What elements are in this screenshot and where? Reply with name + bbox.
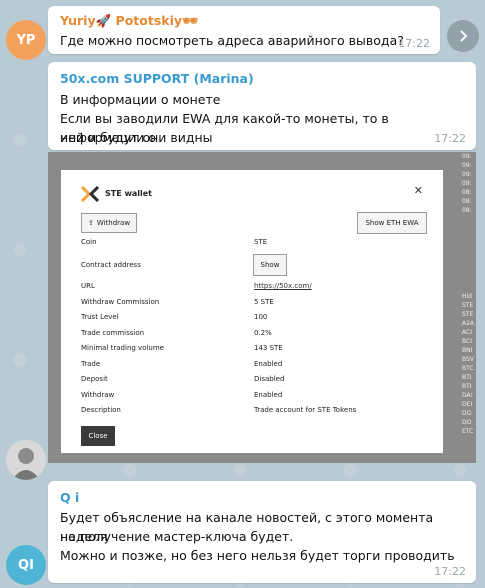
info-key: Withdraw: [81, 391, 115, 399]
avatar[interactable]: [6, 440, 46, 480]
info-value: Disabled: [254, 375, 285, 383]
message-text: В информации о монете: [60, 92, 221, 107]
scroll-down-button[interactable]: [447, 20, 479, 52]
info-row: Minimal trading volume 143 STE: [81, 344, 423, 358]
message-time: 17:22: [434, 132, 466, 145]
info-row: URL https://50x.com/: [81, 282, 423, 296]
message-bubble: Q i Будет объясление на канале новостей,…: [48, 481, 476, 583]
avatar-initials: YP: [16, 32, 36, 48]
upload-icon: ⇪: [87, 219, 94, 227]
info-row: Trade Enabled: [81, 360, 423, 374]
message-text: Где можно посмотреть адреса аварийного в…: [60, 33, 404, 48]
info-value: Trade account for STE Tokens: [254, 406, 357, 414]
message-text: ней и будут они видны: [60, 130, 213, 145]
modal-title: STE wallet: [105, 189, 152, 198]
sender-name[interactable]: Yuriy🚀 Pototskiy🕶: [60, 13, 198, 29]
info-row: Coin STE: [81, 238, 423, 252]
message-text: Можно и позже, но без него нельзя будет …: [60, 548, 455, 563]
info-row: Trust Level 100: [81, 313, 423, 327]
info-key: Trade: [81, 360, 101, 368]
info-key: Coin: [81, 238, 97, 246]
background-strip: 09: 09: 09: 09: 08: 08: 08:: [462, 153, 472, 214]
info-value: Enabled: [254, 391, 283, 399]
info-value: 5 STE: [254, 298, 274, 306]
user-photo-icon: [6, 440, 46, 480]
message-bubble: 50x.com SUPPORT (Marina) В информации о …: [48, 62, 476, 150]
info-row: Trade commission 0.2%: [81, 329, 423, 343]
close-icon[interactable]: ✕: [414, 184, 423, 197]
info-key: Trust Level: [81, 313, 119, 321]
info-value: STE: [254, 238, 268, 246]
message-time: 17:22: [398, 37, 430, 50]
avatar[interactable]: QI: [6, 545, 46, 585]
message-bubble: Yuriy🚀 Pototskiy🕶 Где можно посмотреть а…: [48, 6, 440, 54]
info-row: Deposit Disabled: [81, 375, 423, 389]
withdraw-button[interactable]: ⇪ Withdraw: [81, 213, 137, 233]
show-address-button[interactable]: Show: [253, 254, 287, 276]
info-key: Contract address: [81, 261, 141, 269]
close-button[interactable]: Close: [81, 426, 115, 446]
info-row: Description Trade account for STE Tokens: [81, 406, 423, 420]
wallet-modal: STE wallet ✕ ⇪ Withdraw Show ETH EWA Coin…: [61, 170, 443, 453]
info-value: 143 STE: [254, 344, 283, 352]
info-value: 100: [254, 313, 268, 321]
info-row: Withdraw Enabled: [81, 391, 423, 405]
avatar-initials: QI: [18, 557, 34, 573]
logo-icon: [81, 186, 99, 202]
info-row: Withdraw Commission 5 STE: [81, 298, 423, 312]
chevron-right-icon: [460, 30, 468, 42]
info-key: Trade commission: [81, 329, 145, 337]
message-time: 17:22: [434, 565, 466, 578]
info-value: Enabled: [254, 360, 283, 368]
info-key: Deposit: [81, 375, 108, 383]
message-text: на получение мастер-ключа будет.: [60, 529, 294, 544]
info-key: URL: [81, 282, 95, 290]
info-row: Contract address: [81, 261, 423, 275]
background-strip: Hid STE STE A2A ACI BCI BNI BSV BTC BTI BTI DA! DEI D…: [462, 293, 475, 435]
url-link[interactable]: https://50x.com/: [254, 282, 312, 290]
info-value: 0.2%: [254, 329, 272, 337]
info-key: Minimal trading volume: [81, 344, 164, 352]
sender-name[interactable]: Q i: [60, 490, 79, 505]
withdraw-button-label: Withdraw: [96, 219, 131, 227]
show-eth-ewa-button[interactable]: Show ETH EWA: [357, 212, 427, 234]
sender-name[interactable]: 50x.com SUPPORT (Marina): [60, 71, 254, 86]
info-key: Withdraw Commission: [81, 298, 160, 306]
info-key: Description: [81, 406, 121, 414]
avatar[interactable]: YP: [6, 20, 46, 60]
attached-image[interactable]: 09: 09: 09: 09: 08: 08: 08: Hid STE STE A2A ACI BCI…: [48, 152, 476, 463]
